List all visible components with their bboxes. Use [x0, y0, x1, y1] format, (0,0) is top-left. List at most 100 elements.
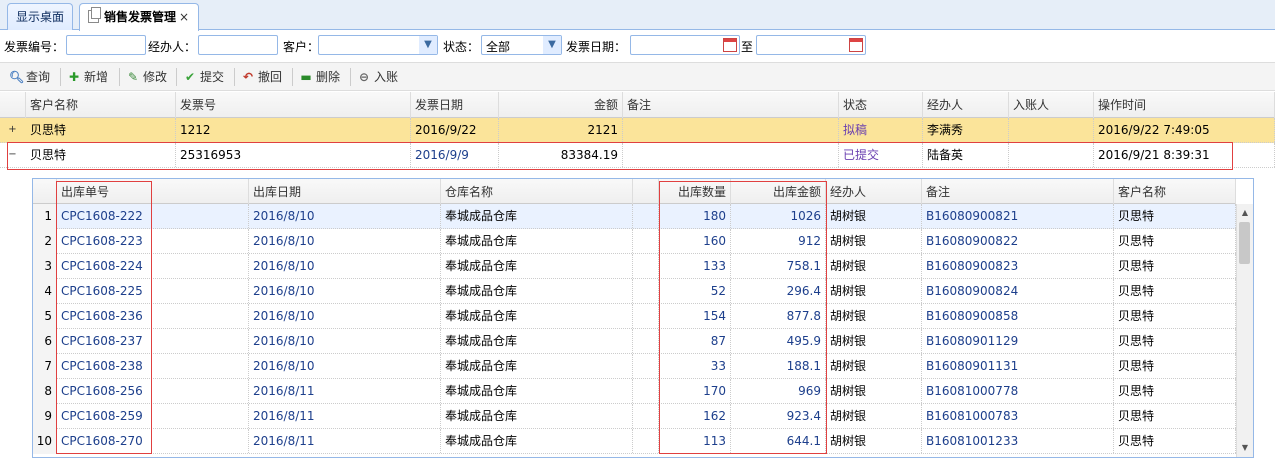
cell-outbound-date: 2016/8/11 — [249, 404, 441, 428]
cell-remark: B16081001233 — [922, 429, 1114, 453]
cell-handler: 胡树银 — [826, 279, 922, 303]
header-customer[interactable]: 客户名称 — [26, 92, 176, 118]
edit-button[interactable]: ✎ 修改 — [126, 69, 167, 86]
delete-button[interactable]: ▬ 删除 — [299, 69, 340, 86]
scroll-down-icon[interactable]: ▼ — [1237, 441, 1253, 455]
customer-label: 客户： — [283, 40, 320, 54]
header-amount[interactable]: 金额 — [499, 92, 623, 118]
handler-input[interactable] — [198, 35, 278, 55]
divider — [119, 68, 120, 86]
header-expander — [0, 92, 26, 118]
header-status[interactable]: 状态 — [839, 92, 923, 118]
cell-handler: 胡树银 — [826, 304, 922, 328]
cell-spacer — [633, 379, 659, 403]
revoke-button[interactable]: ↶ 撤回 — [241, 69, 282, 86]
cell-outbound-date: 2016/8/10 — [249, 204, 441, 228]
handler-label: 经办人： — [148, 40, 197, 54]
cell-remark: B16080900824 — [922, 279, 1114, 303]
header-poster[interactable]: 入账人 — [1009, 92, 1094, 118]
add-label: 新增 — [84, 70, 109, 84]
date-to-label: 至 — [741, 40, 754, 54]
cell-customer: 贝思特 — [1114, 279, 1236, 303]
date-to-input[interactable] — [756, 35, 866, 55]
chevron-down-icon[interactable]: ▼ — [419, 36, 437, 54]
table-row[interactable]: + 贝思特 1212 2016/9/22 2121 拟稿 李满秀 2016/9/… — [0, 118, 1275, 143]
query-button[interactable]: 🔍︎ 查询 — [9, 69, 50, 86]
cell-invoice-date: 2016/9/22 — [411, 118, 499, 142]
undo-icon: ↶ — [242, 70, 254, 84]
invoice-no-label: 发票编号： — [4, 40, 65, 54]
header-invoice-no[interactable]: 发票号 — [176, 92, 411, 118]
cell-warehouse: 奉城成品仓库 — [441, 354, 633, 378]
cell-outbound-date: 2016/8/11 — [249, 429, 441, 453]
scroll-thumb[interactable] — [1239, 222, 1250, 264]
status-select[interactable]: 全部 ▼ — [481, 35, 562, 55]
submit-button[interactable]: ✔ 提交 — [183, 69, 224, 86]
tab-sales-invoice[interactable]: 销售发票管理 × — [79, 3, 199, 31]
table-row[interactable]: 7 CPC1608-238 2016/8/10 奉城成品仓库 33 188.1 胡树银 B16… — [33, 354, 1236, 379]
scroll-up-icon[interactable]: ▲ — [1237, 206, 1253, 220]
cell-status: 拟稿 — [839, 118, 923, 142]
calendar-icon[interactable] — [723, 38, 737, 52]
header-handler[interactable]: 经办人 — [923, 92, 1009, 118]
calendar-icon[interactable] — [849, 38, 863, 52]
circle-minus-icon: ⊖ — [358, 70, 370, 84]
header-customer[interactable]: 客户名称 — [1114, 179, 1236, 205]
cell-warehouse: 奉城成品仓库 — [441, 404, 633, 428]
header-handler[interactable]: 经办人 — [826, 179, 922, 205]
cell-spacer — [633, 429, 659, 453]
cell-remark: B16080900821 — [922, 204, 1114, 228]
revoke-label: 撤回 — [258, 70, 283, 84]
table-row[interactable]: 9 CPC1608-259 2016/8/11 奉城成品仓库 162 923.4 胡树银 B1… — [33, 404, 1236, 429]
row-number: 3 — [33, 254, 57, 279]
post-label: 入账 — [374, 70, 399, 84]
header-invoice-date[interactable]: 发票日期 — [411, 92, 499, 118]
close-icon[interactable]: × — [179, 10, 189, 24]
cell-warehouse: 奉城成品仓库 — [441, 379, 633, 403]
cell-remark: B16081000778 — [922, 379, 1114, 403]
row-number: 7 — [33, 354, 57, 379]
table-row[interactable]: 6 CPC1608-237 2016/8/10 奉城成品仓库 87 495.9 胡树银 B16… — [33, 329, 1236, 354]
table-row[interactable]: 3 CPC1608-224 2016/8/10 奉城成品仓库 133 758.1 胡树银 B1… — [33, 254, 1236, 279]
header-warehouse[interactable]: 仓库名称 — [441, 179, 633, 205]
header-outbound-date[interactable]: 出库日期 — [249, 179, 441, 205]
header-remark[interactable]: 备注 — [922, 179, 1114, 205]
add-button[interactable]: ✚ 新增 — [67, 69, 108, 86]
cell-customer: 贝思特 — [1114, 404, 1236, 428]
invoice-no-input[interactable] — [66, 35, 146, 55]
header-rownum — [33, 179, 57, 205]
plus-icon: ✚ — [68, 70, 80, 84]
customer-select[interactable]: ▼ — [318, 35, 438, 55]
tab-desktop[interactable]: 显示桌面 — [7, 3, 73, 30]
table-row[interactable]: 2 CPC1608-223 2016/8/10 奉城成品仓库 160 912 胡树银 B160… — [33, 229, 1236, 254]
header-op-time[interactable]: 操作时间 — [1094, 92, 1275, 118]
table-row[interactable]: 1 CPC1608-222 2016/8/10 奉城成品仓库 180 1026 胡树银 B16… — [33, 204, 1236, 229]
row-number: 9 — [33, 404, 57, 429]
cell-spacer — [633, 304, 659, 328]
vertical-scrollbar[interactable]: ▲ ▼ — [1236, 204, 1253, 457]
cell-spacer — [633, 279, 659, 303]
cell-spacer — [633, 254, 659, 278]
table-row[interactable]: 8 CPC1608-256 2016/8/11 奉城成品仓库 170 969 胡树银 B160… — [33, 379, 1236, 404]
table-row[interactable]: 4 CPC1608-225 2016/8/10 奉城成品仓库 52 296.4 胡树银 B16… — [33, 279, 1236, 304]
header-remark[interactable]: 备注 — [623, 92, 839, 118]
cell-customer: 贝思特 — [1114, 354, 1236, 378]
status-select-value: 全部 — [486, 40, 511, 54]
date-from-input[interactable] — [630, 35, 740, 55]
row-number: 8 — [33, 379, 57, 404]
table-row[interactable]: 5 CPC1608-236 2016/8/10 奉城成品仓库 154 877.8 胡树银 B1… — [33, 304, 1236, 329]
query-label: 查询 — [26, 70, 51, 84]
cell-outbound-date: 2016/8/11 — [249, 379, 441, 403]
cell-customer: 贝思特 — [1114, 379, 1236, 403]
cell-outbound-date: 2016/8/10 — [249, 304, 441, 328]
post-button[interactable]: ⊖ 入账 — [357, 69, 398, 86]
expand-icon[interactable]: + — [8, 125, 17, 135]
chevron-down-icon[interactable]: ▼ — [543, 36, 561, 54]
divider — [292, 68, 293, 86]
cell-invoice-no: 1212 — [176, 118, 411, 142]
pencil-icon: ✎ — [127, 70, 139, 84]
invoice-grid: 客户名称 发票号 发票日期 金额 备注 状态 经办人 入账人 操作时间 + 贝思… — [0, 92, 1275, 468]
search-bar: 发票编号： 经办人： 客户： ▼ 状态： 全部 ▼ 发票日期： 至 — [0, 31, 1275, 59]
table-row[interactable]: 10 CPC1608-270 2016/8/11 奉城成品仓库 113 644.1 胡树银 B… — [33, 429, 1236, 454]
divider — [350, 68, 351, 86]
